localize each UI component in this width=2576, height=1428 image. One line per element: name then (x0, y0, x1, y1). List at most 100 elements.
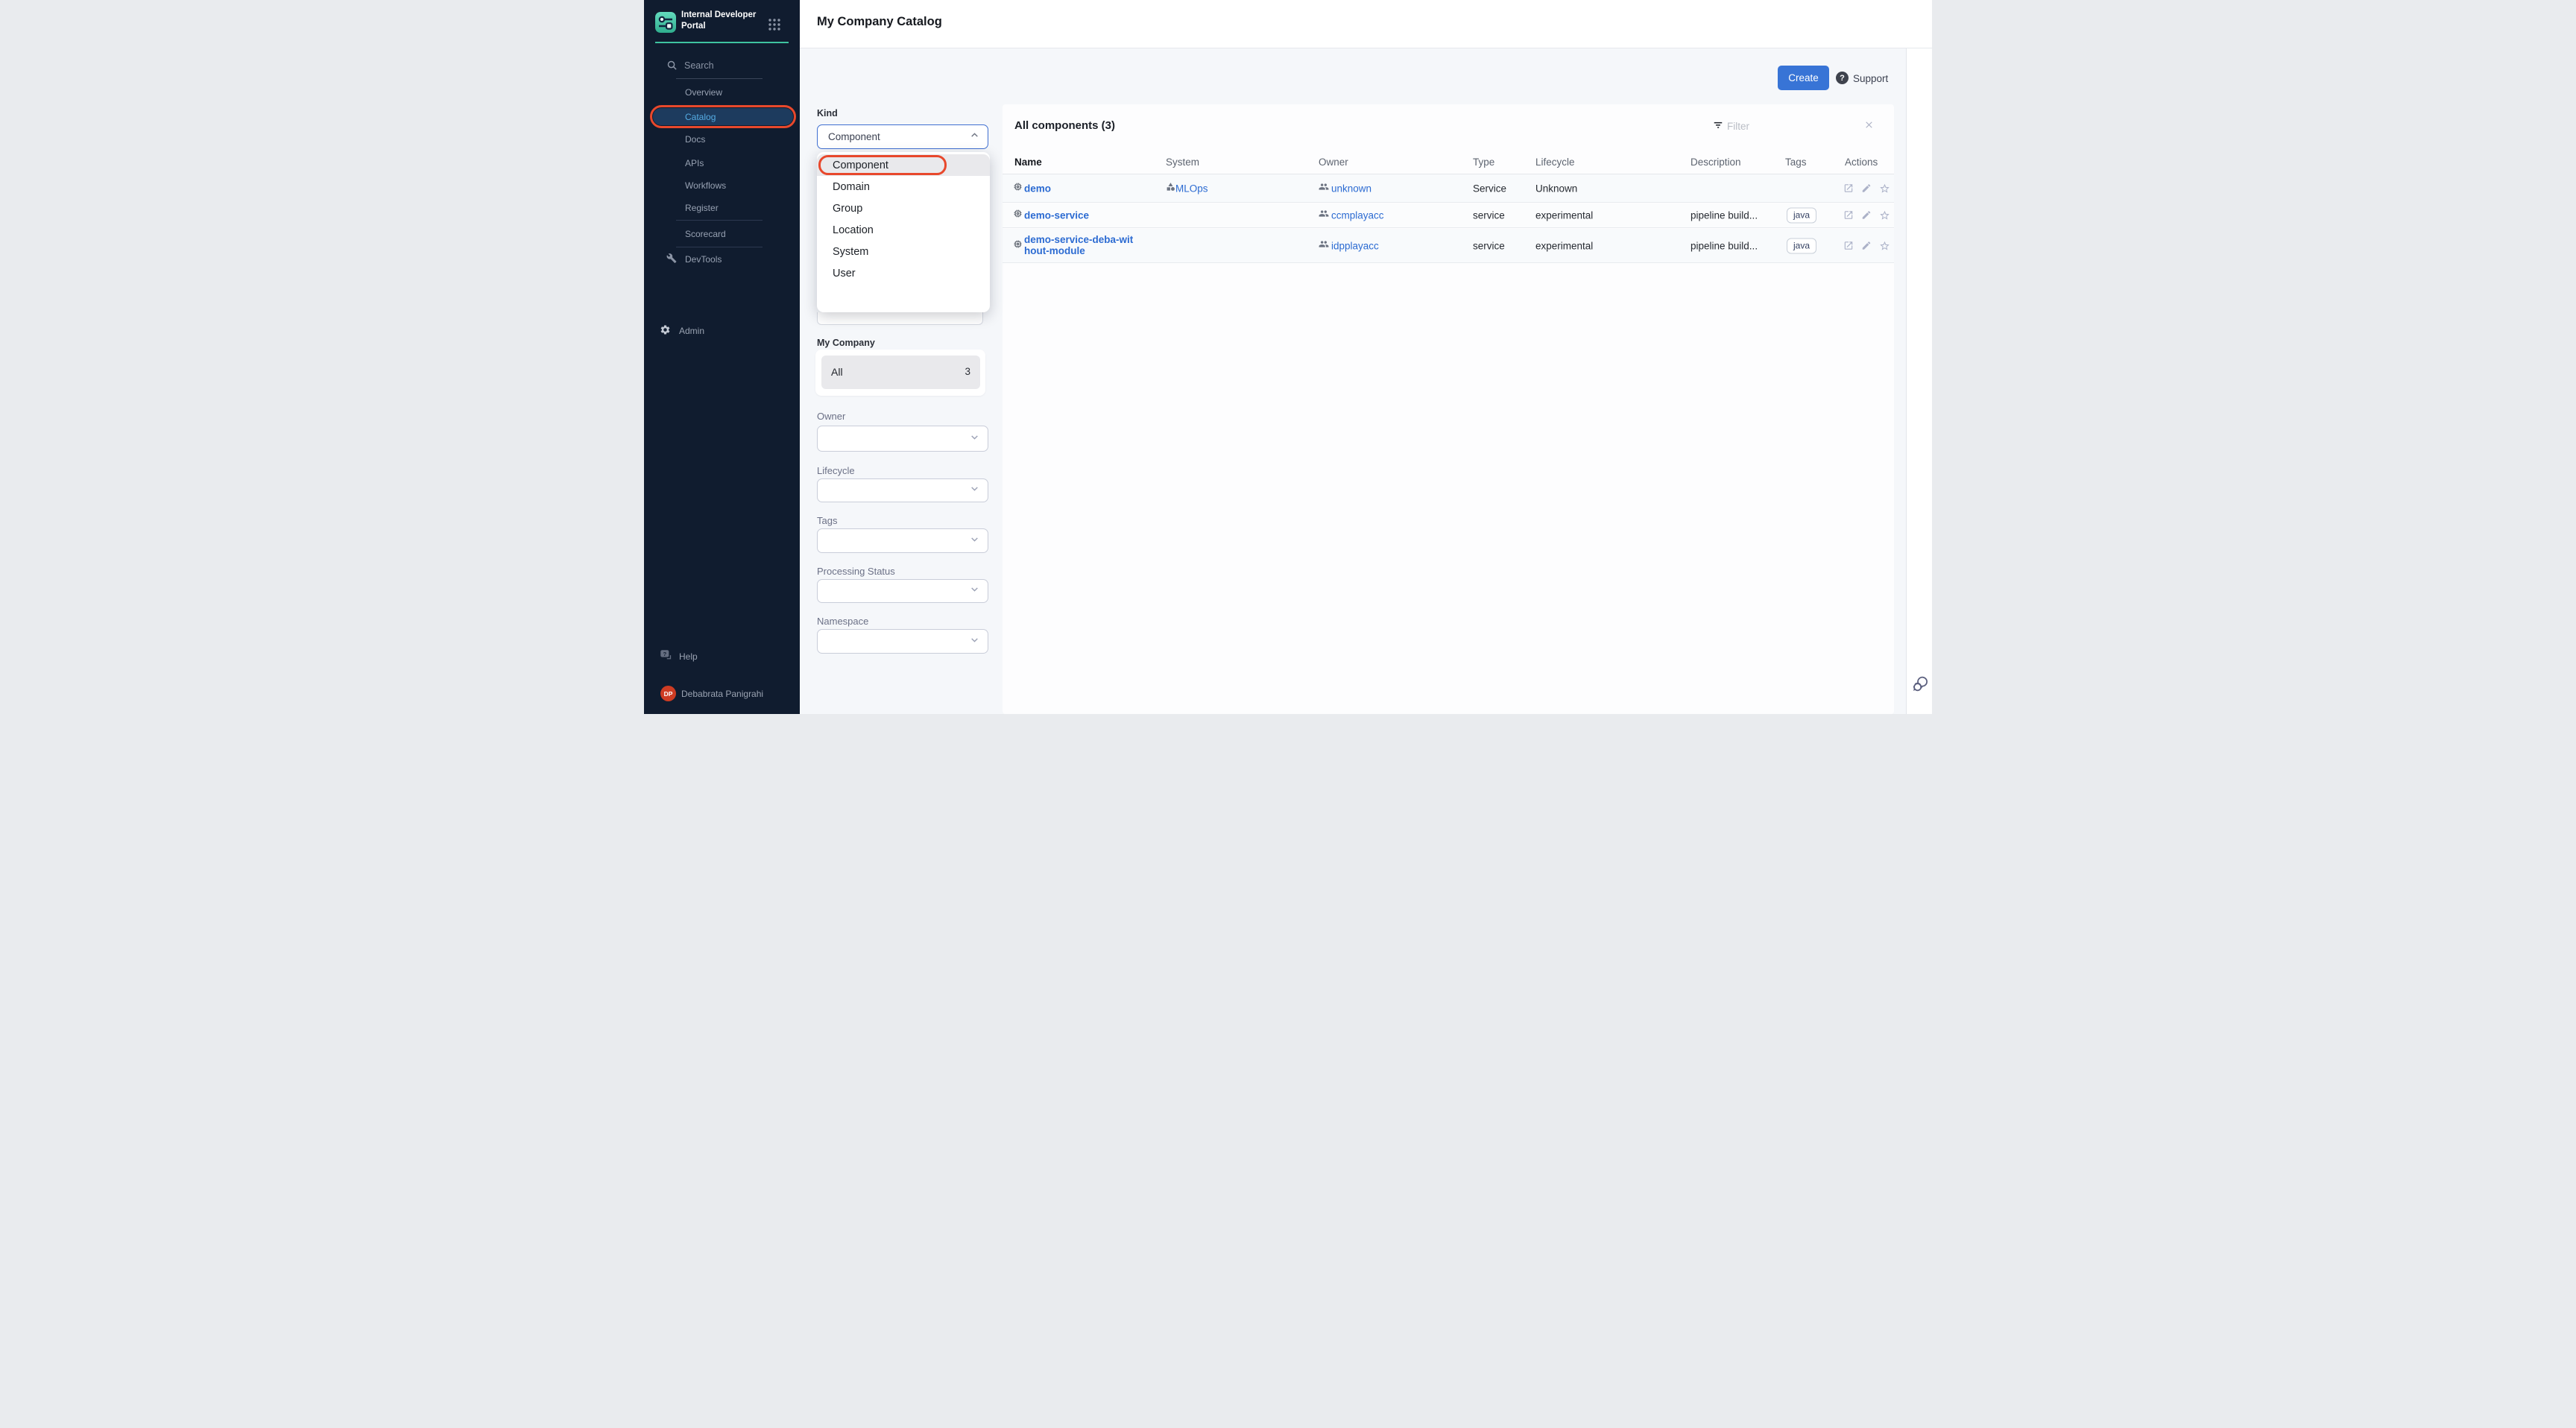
owner-link[interactable]: idpplayacc (1331, 240, 1379, 251)
kind-option-user[interactable]: User (817, 262, 990, 284)
table-filter-input[interactable] (1727, 117, 1846, 135)
sidebar: Internal Developer Portal Search Overvie… (644, 0, 800, 714)
kind-option-location[interactable]: Location (817, 219, 990, 241)
star-icon[interactable] (1879, 210, 1890, 221)
namespace-filter-label: Namespace (817, 616, 868, 627)
edit-icon[interactable] (1861, 183, 1872, 193)
my-company-all-option[interactable]: All 3 (821, 356, 980, 389)
svg-text:?: ? (663, 651, 666, 657)
system-link[interactable]: MLOps (1175, 183, 1208, 194)
chevron-down-icon (970, 635, 979, 648)
sidebar-item-admin[interactable]: Admin (644, 321, 800, 341)
group-icon (1319, 209, 1329, 223)
type-cell: Service (1473, 183, 1506, 194)
kind-option-system[interactable]: System (817, 241, 990, 262)
help-label: Help (679, 651, 698, 662)
star-icon[interactable] (1879, 183, 1890, 194)
table-title: All components (3) (1014, 119, 1115, 132)
group-icon (1319, 238, 1329, 253)
create-button[interactable]: Create (1778, 66, 1829, 90)
column-header-description[interactable]: Description (1690, 157, 1741, 168)
column-header-type[interactable]: Type (1473, 157, 1494, 168)
sidebar-divider (676, 220, 763, 221)
column-header-owner[interactable]: Owner (1319, 157, 1348, 168)
table-header-row: Name System Owner Type Lifecycle Descrip… (1003, 151, 1894, 174)
table-row[interactable]: demo MLOps unknown Service Unknown (1003, 174, 1894, 203)
lifecycle-cell: experimental (1535, 240, 1593, 251)
owner-filter-label: Owner (817, 411, 845, 422)
sidebar-item-devtools[interactable]: DevTools (644, 250, 800, 269)
processing-status-filter-label: Processing Status (817, 566, 895, 577)
sidebar-item-help[interactable]: ? Help (644, 647, 800, 666)
column-header-actions[interactable]: Actions (1845, 157, 1878, 168)
component-chip-icon (1013, 209, 1023, 222)
column-header-tags[interactable]: Tags (1785, 157, 1807, 168)
owner-select[interactable] (817, 426, 988, 452)
system-category-icon (1166, 182, 1175, 195)
kind-option-component[interactable]: Component (817, 154, 990, 176)
column-header-system[interactable]: System (1166, 157, 1199, 168)
type-select-partial[interactable] (817, 312, 983, 325)
question-circle-icon: ? (1836, 72, 1849, 84)
clear-filter-icon[interactable] (1864, 120, 1874, 133)
sidebar-search[interactable]: Search (644, 57, 800, 79)
my-company-all-count: 3 (965, 366, 970, 377)
sidebar-item-catalog-label[interactable]: Catalog (685, 112, 716, 122)
row-actions (1843, 210, 1891, 221)
type-cell: service (1473, 210, 1505, 221)
content-area: Create ? Support Kind Component Componen… (800, 48, 1906, 714)
app-logo-icon[interactable] (655, 12, 676, 33)
sidebar-brand-divider (655, 42, 789, 43)
entity-link[interactable]: demo-service (1024, 210, 1089, 221)
sidebar-item-overview[interactable]: Overview (644, 83, 800, 101)
sidebar-item-apis[interactable]: APIs (644, 154, 800, 172)
sidebar-item-register[interactable]: Register (644, 199, 800, 217)
sidebar-item-scorecard[interactable]: Scorecard (644, 225, 800, 243)
entity-link[interactable]: demo (1024, 183, 1051, 194)
open-in-new-icon[interactable] (1843, 183, 1854, 193)
right-utility-strip (1906, 48, 1932, 714)
chat-bubbles-icon[interactable] (1911, 674, 1930, 697)
kind-select[interactable]: Component (817, 124, 988, 149)
my-company-card: All 3 (815, 350, 985, 396)
page-header: My Company Catalog (800, 0, 1932, 48)
chevron-up-icon (970, 130, 979, 144)
kind-option-group[interactable]: Group (817, 198, 990, 219)
annotation-catalog-highlight (650, 105, 796, 128)
edit-icon[interactable] (1861, 210, 1872, 221)
lifecycle-select[interactable] (817, 478, 988, 502)
lifecycle-cell: Unknown (1535, 183, 1577, 194)
tags-select[interactable] (817, 528, 988, 553)
apps-grid-icon[interactable] (768, 18, 781, 35)
chevron-down-icon (970, 484, 979, 497)
column-header-name[interactable]: Name (1014, 157, 1042, 168)
group-icon (1319, 181, 1329, 195)
user-name: Debabrata Panigrahi (681, 689, 763, 699)
table-row[interactable]: demo-service ccmplayacc service experime… (1003, 203, 1894, 228)
tag-badge[interactable]: java (1787, 238, 1816, 253)
entity-link[interactable]: demo-service-deba-wit hout-module (1024, 234, 1133, 258)
help-chat-icon: ? (660, 649, 672, 664)
sidebar-item-workflows[interactable]: Workflows (644, 177, 800, 195)
gear-icon (660, 324, 671, 338)
table-filter (1711, 113, 1880, 138)
tag-badge[interactable]: java (1787, 208, 1816, 224)
star-icon[interactable] (1879, 240, 1890, 251)
namespace-select[interactable] (817, 629, 988, 654)
sidebar-item-docs[interactable]: Docs (644, 130, 800, 148)
owner-link[interactable]: unknown (1331, 183, 1371, 194)
user-avatar: DP (660, 686, 676, 701)
user-menu[interactable]: DP Debabrata Panigrahi (644, 684, 800, 704)
open-in-new-icon[interactable] (1843, 210, 1854, 221)
owner-link[interactable]: ccmplayacc (1331, 210, 1384, 221)
processing-status-select[interactable] (817, 579, 988, 603)
column-header-lifecycle[interactable]: Lifecycle (1535, 157, 1575, 168)
kind-dropdown-menu: Component Domain Group Location System U… (817, 152, 990, 312)
open-in-new-icon[interactable] (1843, 240, 1854, 250)
app-title: Internal Developer Portal (681, 10, 763, 32)
kind-option-domain[interactable]: Domain (817, 176, 990, 198)
table-row[interactable]: demo-service-deba-wit hout-module idppla… (1003, 229, 1894, 263)
row-actions (1843, 183, 1891, 194)
edit-icon[interactable] (1861, 240, 1872, 250)
component-chip-icon (1013, 182, 1023, 195)
